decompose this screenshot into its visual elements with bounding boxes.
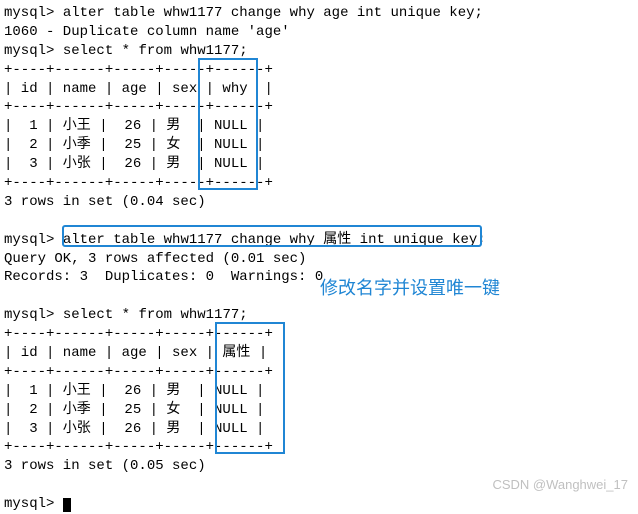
- cmd-line-1: mysql> alter table whw1177 change why ag…: [4, 4, 634, 23]
- table1-row-3: | 3 | 小张 | 26 | 男 | NULL |: [4, 155, 634, 174]
- table1-row-1: | 1 | 小王 | 26 | 男 | NULL |: [4, 117, 634, 136]
- cmd-line-4: mysql> select * from whw1177;: [4, 306, 634, 325]
- watermark-text: CSDN @Wanghwei_17: [492, 476, 628, 494]
- table2-sep-bot: +----+------+-----+-----+------+: [4, 438, 634, 457]
- result-2: 3 rows in set (0.05 sec): [4, 457, 634, 476]
- table1-sep-mid: +----+------+-----+-----+------+: [4, 98, 634, 117]
- cursor-icon: [63, 498, 71, 512]
- table2-row-3: | 3 | 小张 | 26 | 男 | NULL |: [4, 420, 634, 439]
- table2-sep-top: +----+------+-----+-----+------+: [4, 325, 634, 344]
- result-1: 3 rows in set (0.04 sec): [4, 193, 634, 212]
- prompt-line[interactable]: mysql>: [4, 495, 634, 514]
- table2-row-2: | 2 | 小季 | 25 | 女 | NULL |: [4, 401, 634, 420]
- table1-sep-top: +----+------+-----+-----+------+: [4, 61, 634, 80]
- query-ok: Query OK, 3 rows affected (0.01 sec): [4, 250, 634, 269]
- error-line: 1060 - Duplicate column name 'age': [4, 23, 634, 42]
- annotation-text: 修改名字并设置唯一键: [320, 276, 500, 300]
- table1-head: | id | name | age | sex | why |: [4, 80, 634, 99]
- table2-row-1: | 1 | 小王 | 26 | 男 | NULL |: [4, 382, 634, 401]
- records-line: Records: 3 Duplicates: 0 Warnings: 0: [4, 268, 634, 287]
- table1-sep-bot: +----+------+-----+-----+------+: [4, 174, 634, 193]
- blank-2: [4, 287, 634, 306]
- cmd-line-2: mysql> select * from whw1177;: [4, 42, 634, 61]
- blank-1: [4, 212, 634, 231]
- cmd-line-3: mysql> alter table whw1177 change why 属性…: [4, 231, 634, 250]
- table1-row-2: | 2 | 小季 | 25 | 女 | NULL |: [4, 136, 634, 155]
- table2-head: | id | name | age | sex | 属性 |: [4, 344, 634, 363]
- table2-sep-mid: +----+------+-----+-----+------+: [4, 363, 634, 382]
